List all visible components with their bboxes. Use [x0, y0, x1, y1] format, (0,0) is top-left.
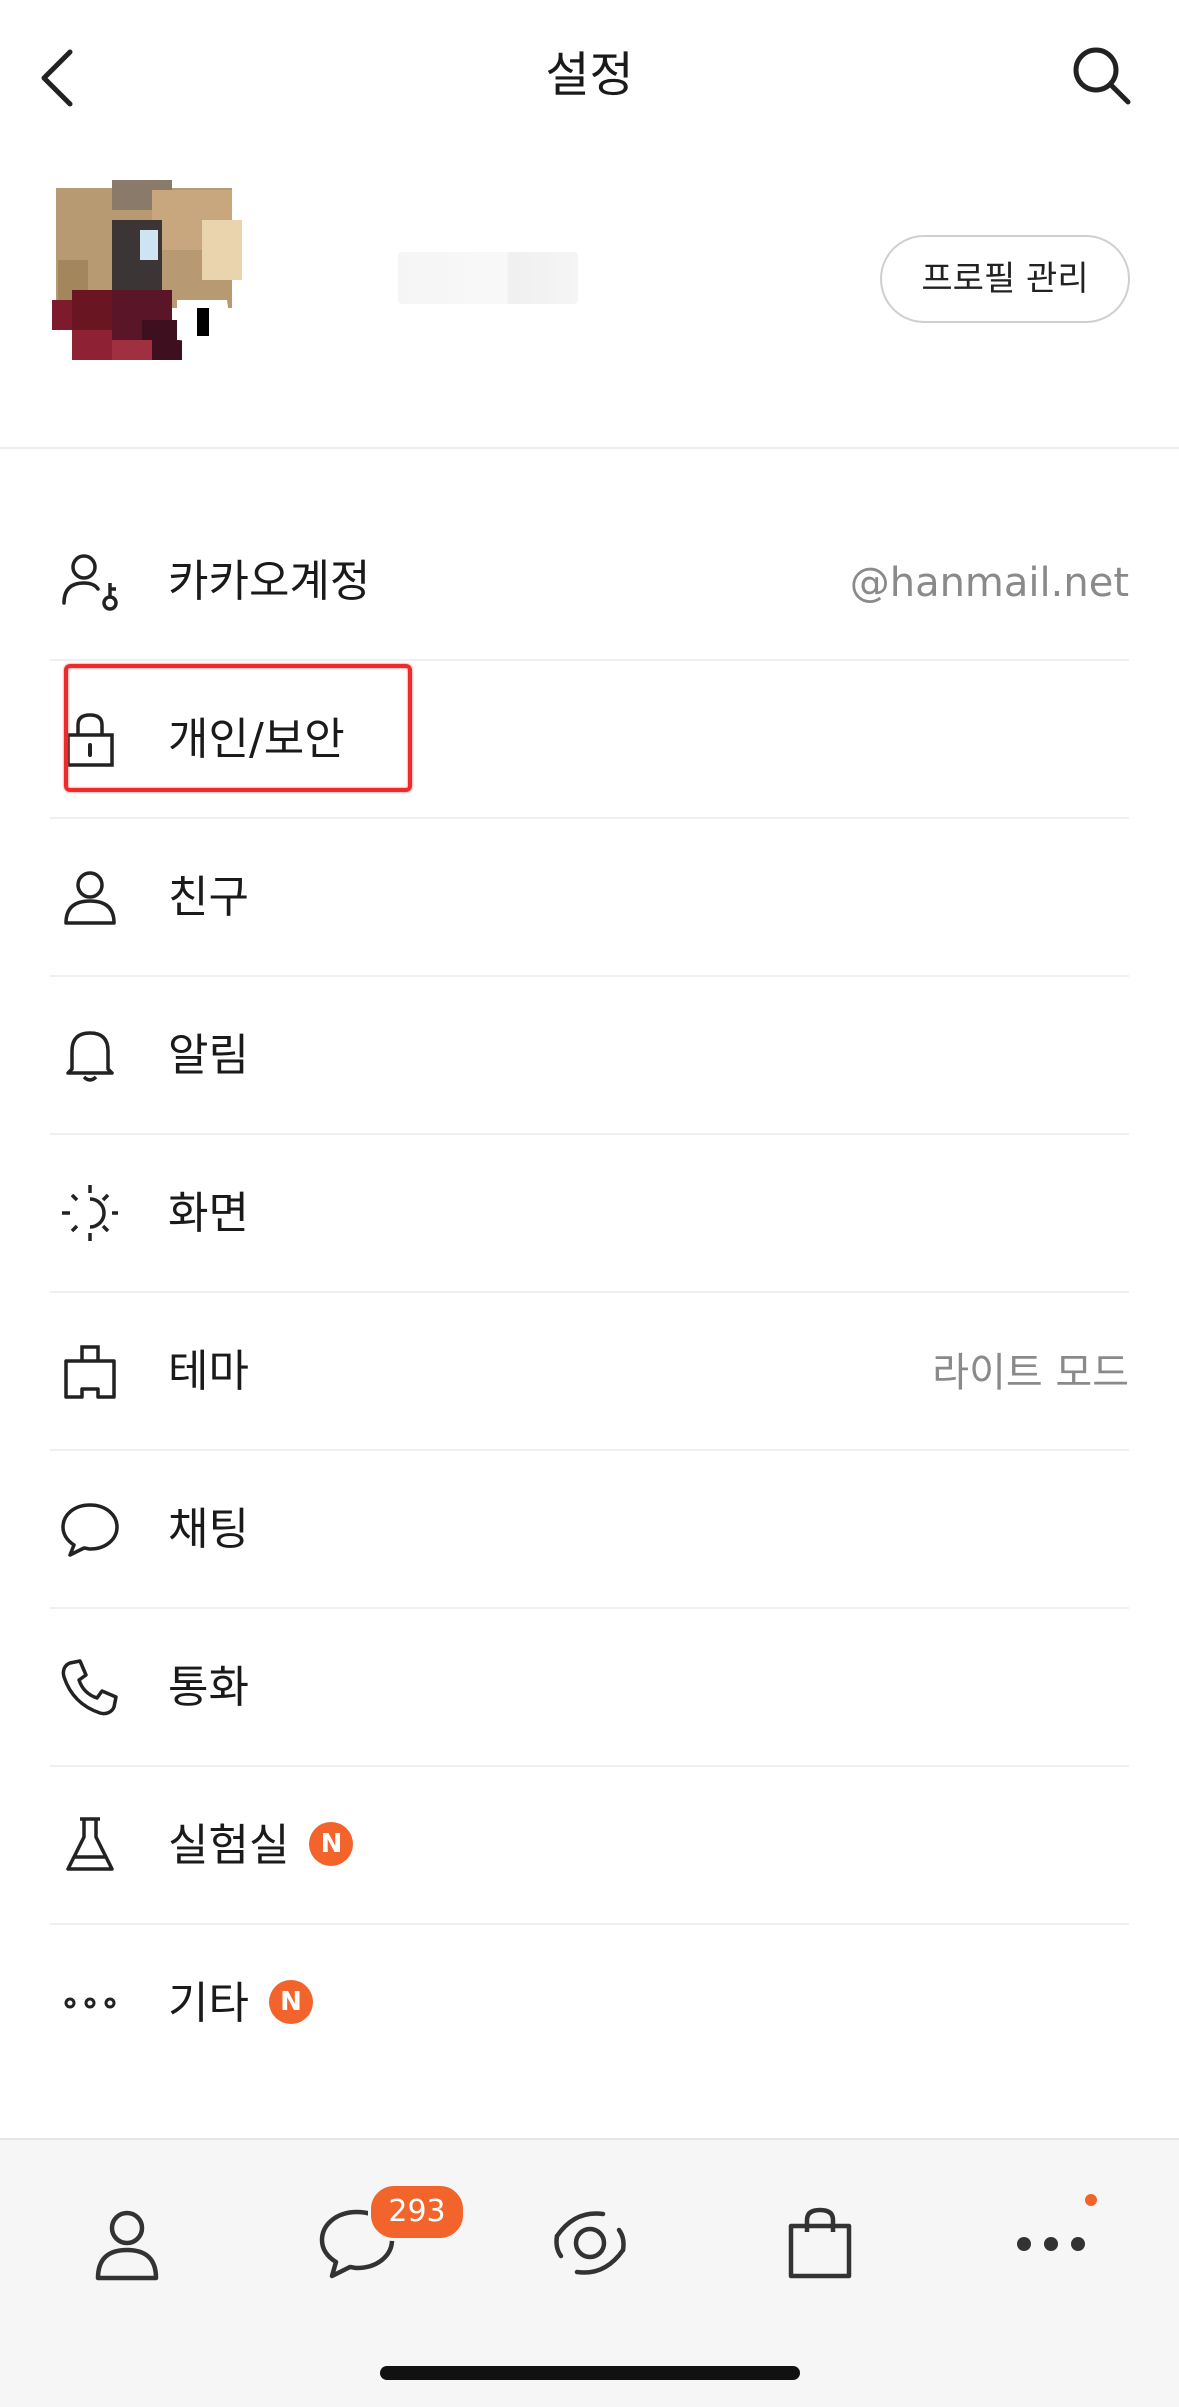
- highlight-annotation: [64, 664, 412, 792]
- menu-item-label: 기타 N: [168, 1969, 313, 2039]
- menu-item-lab[interactable]: 실험실 N: [0, 1767, 1179, 1925]
- chat-bubble-icon: [61, 1503, 119, 1557]
- tab-more[interactable]: [1006, 2198, 1096, 2288]
- menu-item-label: 화면: [168, 1188, 249, 1239]
- menu-item-label: 친구: [168, 872, 249, 923]
- menu-item-label: 카카오계정: [168, 556, 371, 607]
- search-icon: [1073, 47, 1131, 105]
- avatar[interactable]: [52, 180, 242, 370]
- menu-item-chat[interactable]: 채팅: [0, 1451, 1179, 1609]
- menu-item-kakao-account[interactable]: 카카오계정 @hanmail.net: [0, 503, 1179, 661]
- shopping-tab-icon: [788, 2207, 852, 2279]
- new-badge: N: [268, 1980, 313, 2024]
- account-email: @hanmail.net: [849, 560, 1129, 606]
- search-button[interactable]: [1066, 40, 1136, 110]
- tab-view[interactable]: [545, 2198, 635, 2288]
- menu-item-label: 실험실 N: [168, 1811, 354, 1881]
- theme-value: 라이트 모드: [932, 1350, 1129, 1396]
- new-dot-indicator: [1085, 2194, 1097, 2206]
- menu-item-label: 통화: [168, 1662, 249, 1713]
- bell-icon: [66, 1031, 114, 1082]
- person-icon: [64, 871, 116, 925]
- menu-item-notifications[interactable]: 알림: [0, 977, 1179, 1135]
- menu-item-label: 알림: [168, 1030, 249, 1081]
- menu-item-label: 채팅: [168, 1504, 249, 1555]
- user-key-icon: [62, 554, 118, 611]
- menu-item-friends[interactable]: 친구: [0, 819, 1179, 977]
- menu-item-call[interactable]: 통화: [0, 1609, 1179, 1767]
- phone-icon: [61, 1659, 118, 1716]
- divider: [0, 447, 1179, 449]
- menu-item-etc[interactable]: 기타 N: [0, 1925, 1179, 2083]
- profile-name-redacted: [398, 252, 578, 304]
- brightness-icon: [62, 1185, 118, 1241]
- tab-shopping[interactable]: [775, 2198, 865, 2288]
- view-tab-icon: [554, 2211, 626, 2275]
- friends-tab-icon: [95, 2210, 159, 2281]
- more-dots-icon: [64, 1997, 116, 2009]
- unread-count-badge: 293: [368, 2183, 466, 2241]
- new-badge: N: [309, 1822, 354, 1866]
- page-title: 설정: [545, 47, 634, 103]
- menu-item-label: 테마: [168, 1346, 249, 1397]
- profile-manage-button[interactable]: 프로필 관리: [880, 235, 1130, 323]
- avatar-image: [52, 180, 242, 370]
- tab-friends[interactable]: [82, 2198, 172, 2288]
- menu-item-theme[interactable]: 테마 라이트 모드: [0, 1293, 1179, 1451]
- home-indicator[interactable]: [380, 2366, 800, 2380]
- flask-icon: [66, 1817, 114, 1871]
- more-tab-icon: [1017, 2237, 1085, 2251]
- theme-brush-icon: [64, 1345, 116, 1399]
- menu-item-display[interactable]: 화면: [0, 1135, 1179, 1293]
